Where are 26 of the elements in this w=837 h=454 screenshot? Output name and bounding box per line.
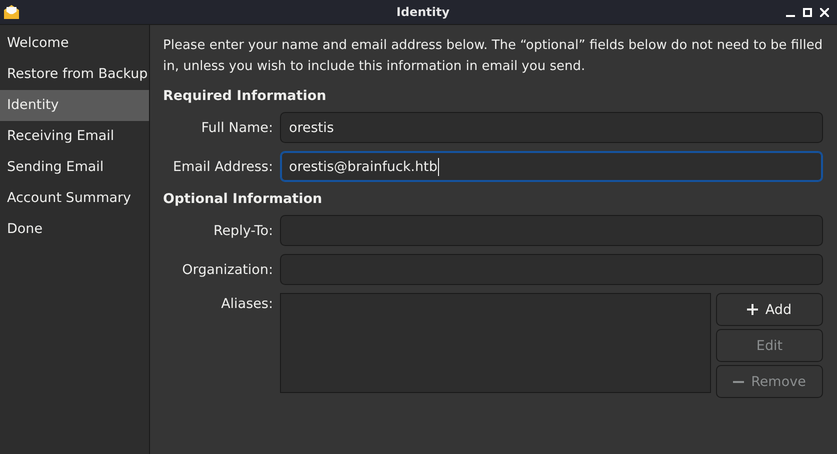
plus-icon — [747, 304, 758, 315]
input-field[interactable] — [280, 254, 823, 285]
section-heading: Optional Information — [163, 190, 324, 209]
input-field[interactable] — [280, 215, 823, 246]
field-label: Full Name: — [200, 120, 273, 136]
sidebar-item[interactable]: Restore from Backup — [0, 59, 149, 90]
sidebar-item[interactable]: Receiving Email — [0, 121, 149, 152]
sidebar-item[interactable]: Identity — [0, 90, 149, 121]
intro-text: Please enter your name and email address below. The “optional” fields below do not need to be filled in, unless you wish to include this information in email you send. — [163, 37, 823, 76]
envelope-icon — [4, 5, 19, 19]
field-label: Reply-To: — [212, 222, 273, 238]
section-heading: Required Information — [163, 87, 328, 106]
window-title: Identity — [395, 5, 451, 19]
input-field[interactable]: orestis — [280, 112, 823, 143]
field-label: Email Address: — [172, 158, 273, 174]
sidebar-item[interactable]: Sending Email — [0, 152, 149, 183]
close-icon[interactable] — [820, 8, 829, 16]
minus-icon — [733, 380, 744, 382]
maximize-icon[interactable] — [803, 8, 812, 16]
sidebar-item[interactable]: Welcome — [0, 28, 149, 59]
field-label: Aliases: — [220, 295, 273, 312]
input-field[interactable]: orestis@brainfuck.htb — [280, 151, 823, 182]
list-button[interactable]: Add — [716, 293, 823, 326]
sidebar-item[interactable]: Done — [0, 214, 149, 245]
field-label: Organization: — [181, 262, 273, 278]
sidebar-item[interactable]: Account Summary — [0, 183, 149, 214]
